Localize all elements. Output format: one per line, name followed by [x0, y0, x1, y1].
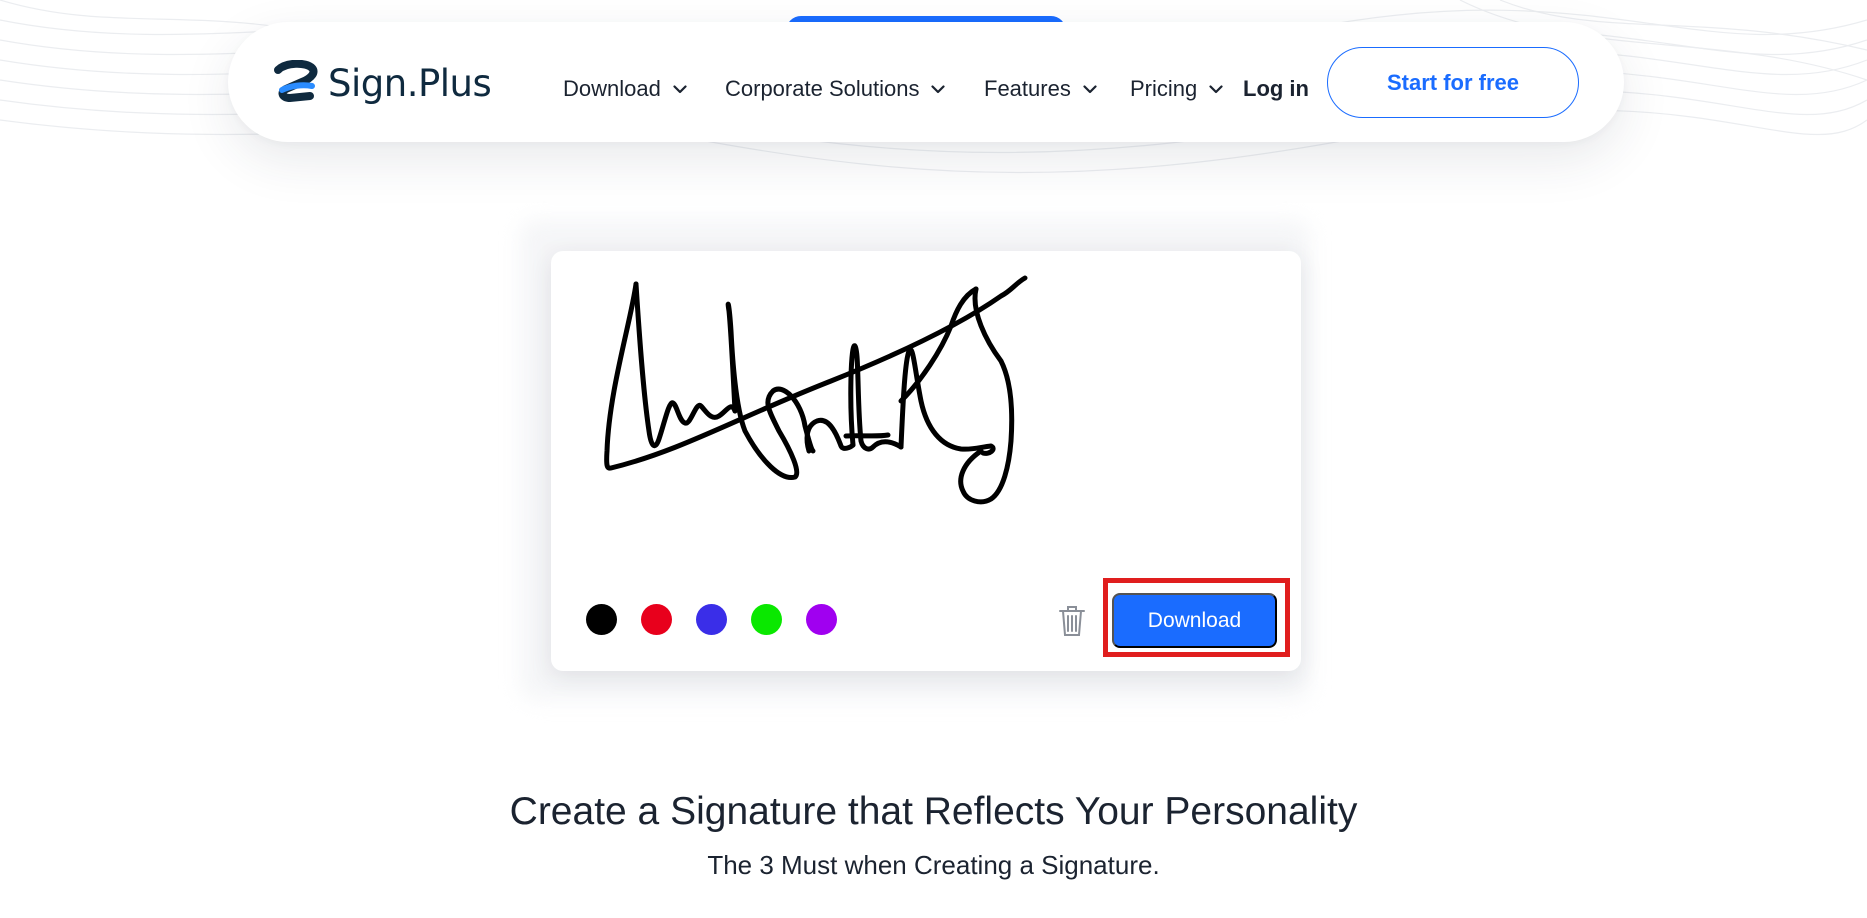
top-navbar: Sign.Plus Download Corporate Solutions F…	[228, 22, 1624, 142]
color-swatch-black[interactable]	[586, 604, 617, 635]
nav-pricing[interactable]: Pricing	[1130, 76, 1223, 102]
nav-download[interactable]: Download	[563, 76, 687, 102]
chevron-down-icon	[1083, 84, 1097, 93]
section-subtitle: The 3 Must when Creating a Signature.	[707, 850, 1160, 880]
chevron-down-icon	[931, 84, 946, 93]
trash-icon[interactable]	[1056, 604, 1088, 638]
start-for-free-button[interactable]: Start for free	[1327, 47, 1579, 118]
color-swatch-green[interactable]	[751, 604, 782, 635]
color-swatches	[586, 604, 837, 635]
nav-corporate-solutions-label: Corporate Solutions	[725, 76, 920, 101]
nav-features-label: Features	[984, 76, 1071, 101]
brand-name: Sign.Plus	[328, 61, 492, 105]
chevron-down-icon	[1209, 84, 1223, 93]
section-title: Create a Signature that Reflects Your Pe…	[509, 790, 1358, 833]
chevron-down-icon	[673, 84, 687, 93]
download-signature-button[interactable]: Download	[1112, 593, 1277, 648]
signature-drawing	[604, 275, 1028, 505]
signature-canvas[interactable]	[551, 251, 1301, 581]
page: Sign.Plus Download Corporate Solutions F…	[0, 0, 1867, 918]
login-link[interactable]: Log in	[1243, 76, 1309, 102]
color-swatch-purple[interactable]	[806, 604, 837, 635]
sign-plus-logo-icon	[274, 60, 318, 103]
nav-features[interactable]: Features	[984, 76, 1097, 102]
nav-pricing-label: Pricing	[1130, 76, 1198, 101]
brand-logo[interactable]: Sign.Plus	[272, 60, 492, 106]
color-swatch-blue[interactable]	[696, 604, 727, 635]
color-swatch-red[interactable]	[641, 604, 672, 635]
nav-corporate-solutions[interactable]: Corporate Solutions	[725, 76, 946, 102]
nav-download-label: Download	[563, 76, 661, 101]
